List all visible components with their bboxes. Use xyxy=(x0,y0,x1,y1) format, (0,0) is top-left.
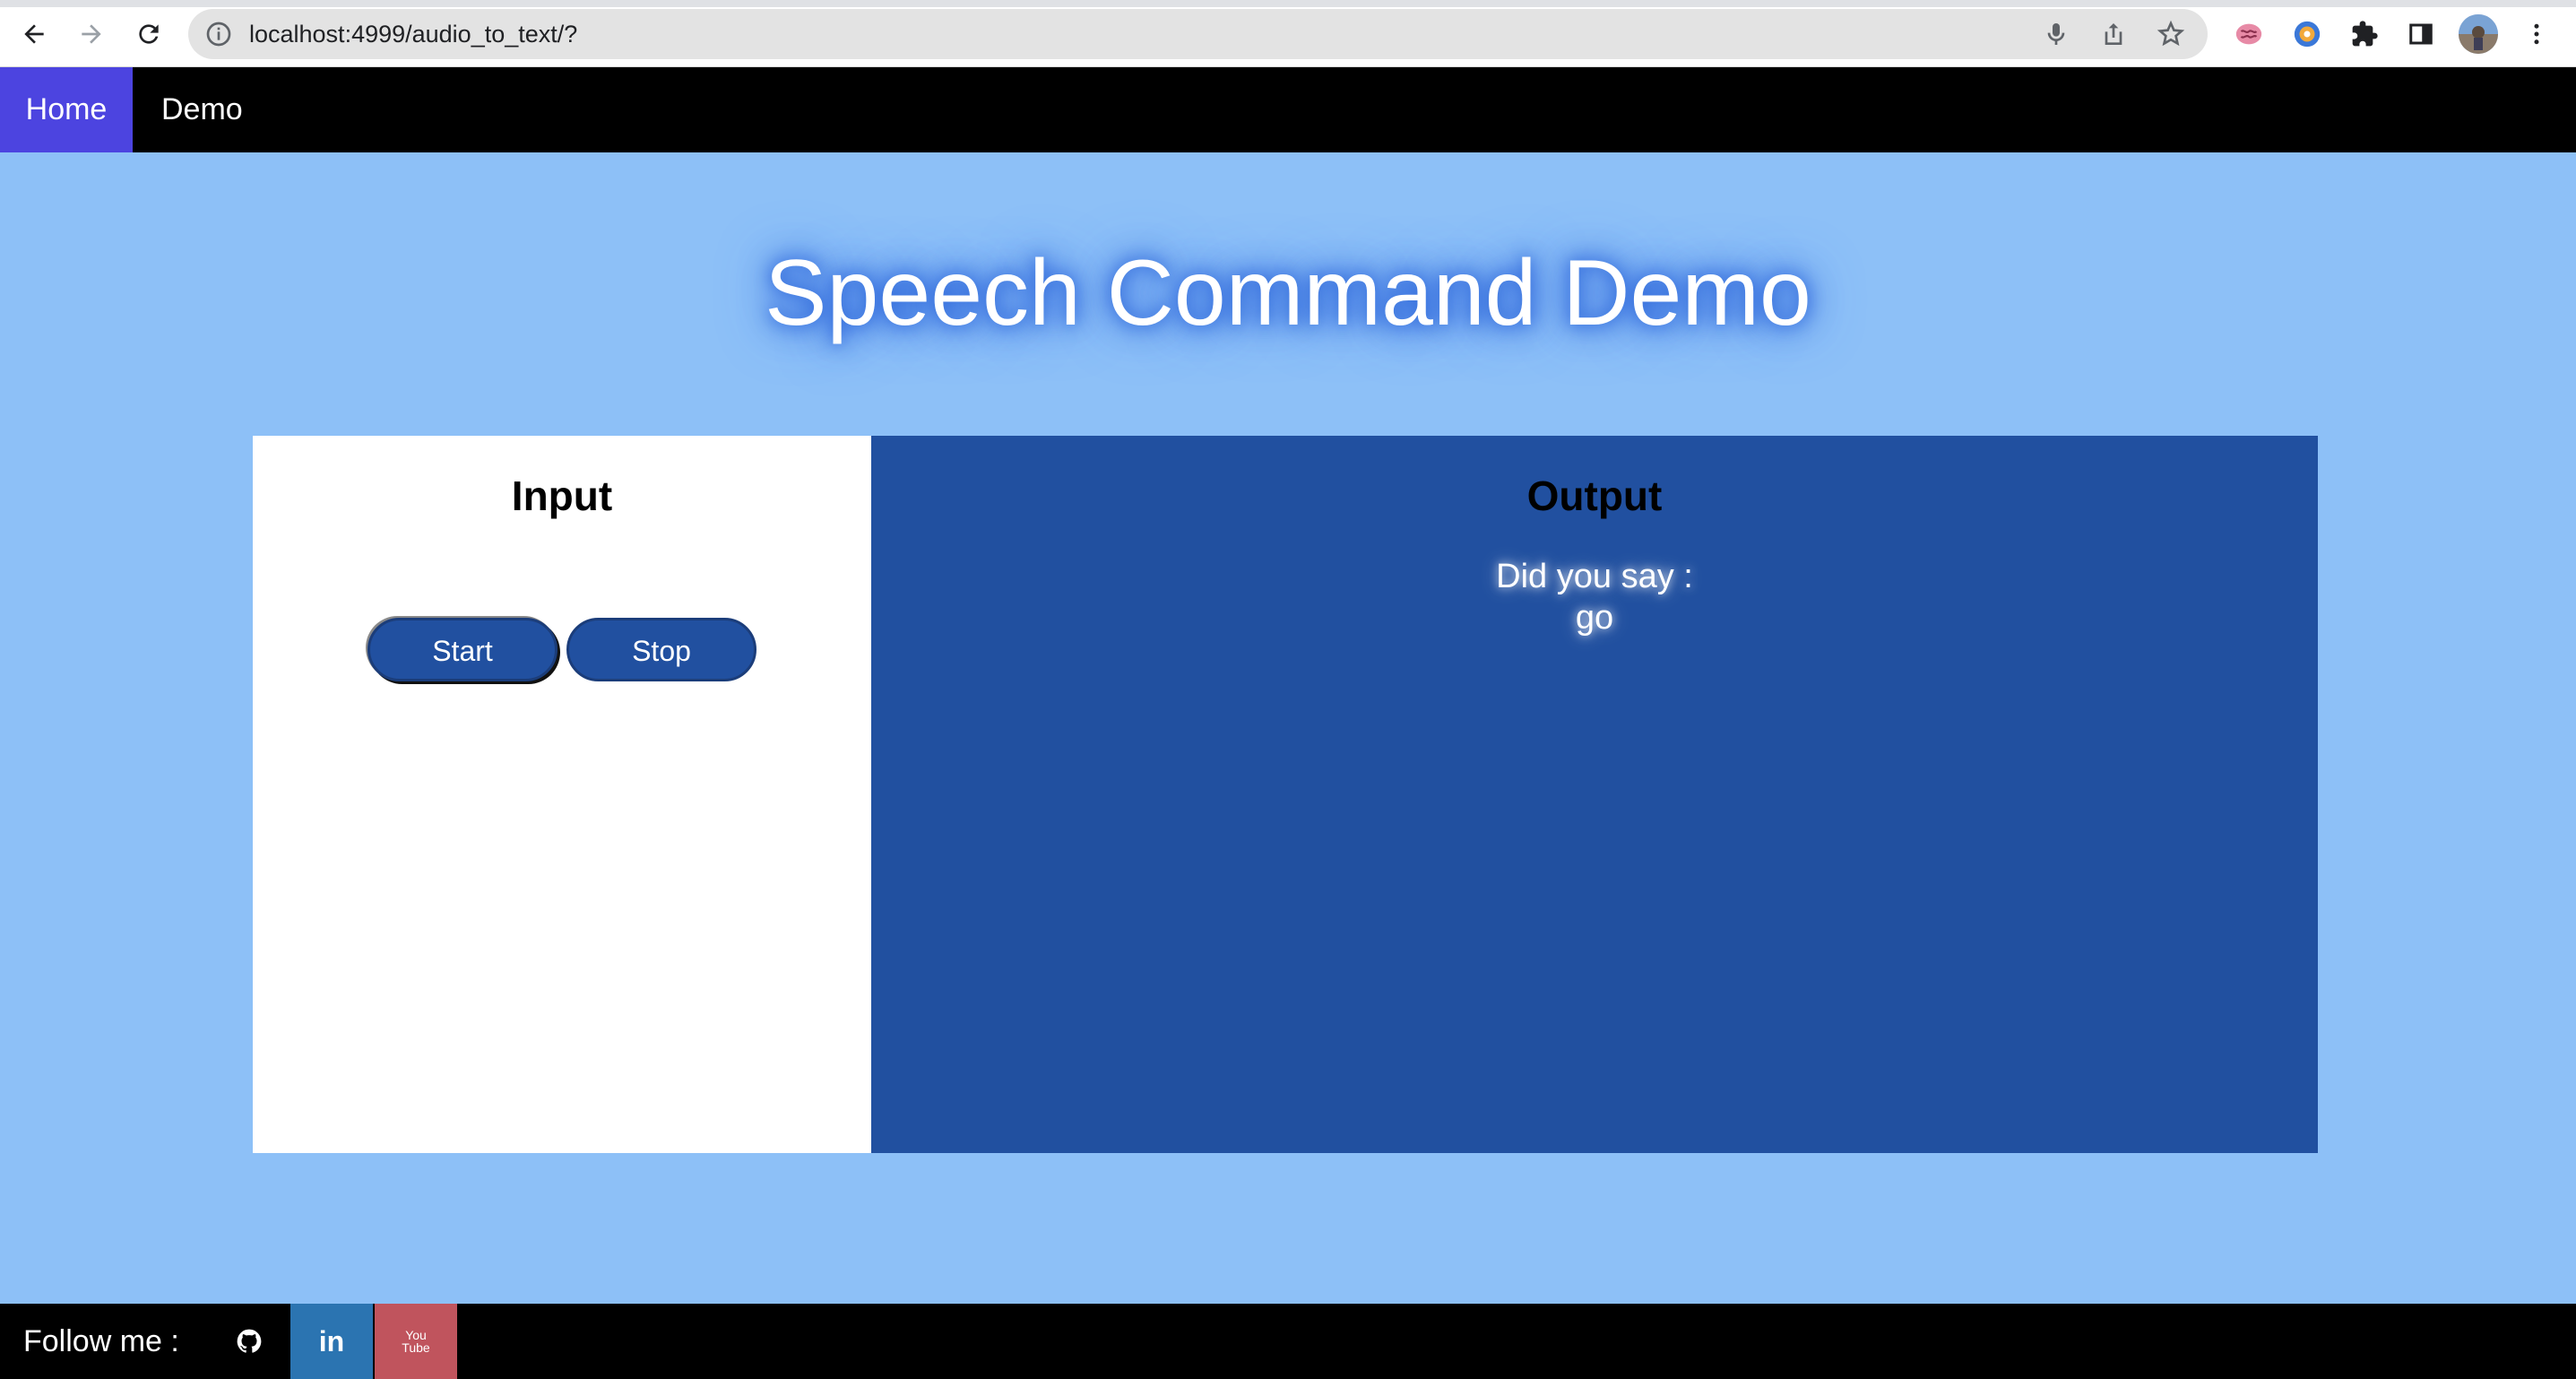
extensions-button[interactable] xyxy=(2348,18,2381,50)
forward-arrow-icon xyxy=(82,24,101,44)
bookmark-star-icon[interactable] xyxy=(2157,20,2185,48)
youtube-icon: You Tube xyxy=(401,1329,431,1354)
browser-menu-button[interactable] xyxy=(2520,18,2553,50)
start-button[interactable]: Start xyxy=(367,618,558,681)
youtube-logo-text: You Tube xyxy=(402,1328,430,1355)
share-icon[interactable] xyxy=(2099,20,2128,48)
back-button[interactable] xyxy=(13,13,56,56)
microphone-icon[interactable] xyxy=(2042,20,2070,48)
linkedin-link[interactable]: in xyxy=(290,1304,373,1379)
recognition-result: Did you say : go xyxy=(871,556,2318,638)
output-heading: Output xyxy=(1526,473,1663,519)
footer: Follow me : in You Tube xyxy=(0,1304,2576,1379)
github-link[interactable] xyxy=(208,1304,290,1379)
follow-me-label: Follow me : xyxy=(23,1324,179,1358)
extensions-puzzle-icon xyxy=(2352,21,2378,47)
extension-donut-icon xyxy=(2294,21,2321,48)
result-prompt: Did you say : xyxy=(1496,558,1693,595)
nav-demo-link[interactable]: Demo xyxy=(161,67,243,152)
profile-avatar[interactable] xyxy=(2459,14,2498,54)
address-bar[interactable]: localhost:4999/audio_to_text/? xyxy=(188,9,2208,59)
tab-strip-edge xyxy=(0,0,2576,7)
extension-brain-button[interactable] xyxy=(2233,18,2265,50)
github-icon xyxy=(237,1329,262,1353)
url-text[interactable]: localhost:4999/audio_to_text/? xyxy=(249,20,577,48)
side-panel-icon xyxy=(2409,23,2433,45)
reload-button[interactable] xyxy=(127,13,170,56)
linkedin-icon: in xyxy=(318,1324,345,1357)
nav-home-link[interactable]: Home xyxy=(0,67,133,152)
output-panel: Output Did you say : go xyxy=(871,436,2318,1153)
site-navbar: Home Demo xyxy=(0,67,2576,152)
stop-button[interactable]: Stop xyxy=(566,618,756,681)
forward-button[interactable] xyxy=(70,13,113,56)
extension-brain-icon xyxy=(2235,23,2262,45)
reload-icon xyxy=(139,24,159,44)
page-title: Speech Command Demo xyxy=(765,241,1811,345)
input-panel: Input Start Stop xyxy=(253,436,871,1153)
extension-donut-button[interactable] xyxy=(2291,18,2323,50)
back-arrow-icon xyxy=(24,24,44,44)
youtube-link[interactable]: You Tube xyxy=(375,1304,457,1379)
browser-toolbar: localhost:4999/audio_to_text/? xyxy=(0,0,2576,67)
input-heading: Input xyxy=(511,473,613,519)
avatar-image xyxy=(2459,14,2498,54)
side-panel-button[interactable] xyxy=(2405,18,2437,50)
site-info-icon[interactable] xyxy=(204,20,233,48)
kebab-menu-icon xyxy=(2534,23,2539,45)
result-word: go xyxy=(1575,599,1614,637)
